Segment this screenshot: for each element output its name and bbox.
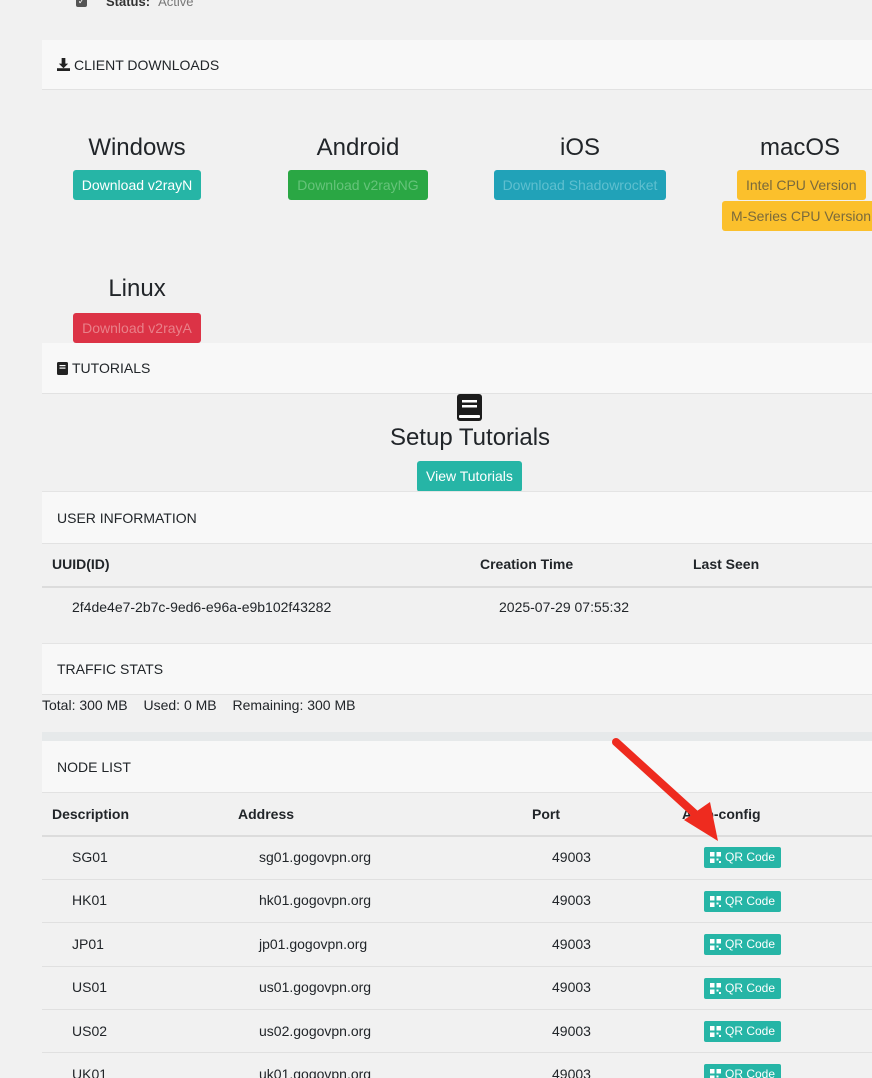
qr-icon	[710, 939, 721, 950]
macos-column: macOS	[720, 134, 872, 162]
download-v2rayng-button[interactable]: Download v2rayNG	[288, 170, 428, 200]
column-address: Address	[238, 806, 295, 822]
linux-column: Linux Download v2rayA	[42, 275, 232, 343]
user-info-table-head: UUID(ID) Creation Time Last Seen	[42, 545, 872, 588]
checkbox-icon: ✓	[76, 0, 87, 7]
node-list-header: NODE LIST	[42, 741, 872, 793]
column-creation-time: Creation Time	[480, 556, 574, 572]
qr-icon	[710, 983, 721, 994]
column-description: Description	[52, 806, 130, 822]
node-table-head: Description Address Port Auto-config	[42, 794, 872, 837]
row-address: us01.gogovpn.org	[259, 979, 372, 995]
row-description: US01	[72, 979, 108, 995]
traffic-used: Used: 0 MB	[143, 697, 217, 713]
macos-title: macOS	[759, 134, 840, 161]
column-port: Port	[532, 806, 560, 822]
column-last-seen: Last Seen	[693, 556, 760, 572]
qr-code-button[interactable]: QR Code	[704, 1064, 782, 1078]
row-port: 49003	[552, 892, 591, 908]
column-uuid: UUID(ID)	[52, 556, 110, 572]
row-divider	[42, 1009, 872, 1010]
ios-title: iOS	[559, 134, 600, 161]
row-port: 49003	[552, 936, 591, 952]
download-v2rayn-button[interactable]: Download v2rayN	[72, 170, 202, 200]
row-address: us02.gogovpn.org	[259, 1023, 372, 1039]
qr-code-button[interactable]: QR Code	[704, 847, 782, 868]
row-description: HK01	[72, 892, 108, 908]
row-address: hk01.gogovpn.org	[259, 892, 372, 908]
qr-code-label: QR Code	[725, 937, 776, 951]
creation-time-value: 2025-07-29 07:55:32	[499, 599, 629, 615]
m-series-cpu-version-button[interactable]: M-Series CPU Version	[722, 201, 872, 231]
book-icon	[457, 394, 482, 421]
row-port: 49003	[552, 1066, 591, 1078]
row-divider	[42, 1052, 872, 1053]
traffic-stats-header: TRAFFIC STATS	[42, 643, 872, 695]
row-description: UK01	[72, 1066, 108, 1078]
user-information-header: USER INFORMATION	[42, 491, 872, 544]
qr-code-button[interactable]: QR Code	[704, 1021, 782, 1042]
qr-code-button[interactable]: QR Code	[704, 891, 782, 912]
red-arrow	[612, 738, 718, 841]
traffic-stats-title: TRAFFIC STATS	[57, 661, 164, 677]
row-port: 49003	[552, 849, 591, 865]
download-icon	[57, 58, 70, 71]
qr-icon	[710, 896, 721, 907]
traffic-remaining: Remaining: 300 MB	[232, 697, 356, 713]
view-tutorials-button[interactable]: View Tutorials	[417, 461, 522, 492]
uuid-value: 2f4de4e7-2b7c-9ed6-e96a-e9b102f43282	[72, 599, 332, 615]
download-v2raya-button[interactable]: Download v2rayA	[73, 313, 201, 343]
row-divider	[42, 879, 872, 880]
ios-column: iOS Download Shadowrocket	[470, 134, 690, 200]
tutorials-title: TUTORIALS	[72, 360, 151, 376]
qr-code-button[interactable]: QR Code	[704, 934, 782, 955]
row-address: uk01.gogovpn.org	[259, 1066, 372, 1078]
row-description: JP01	[72, 936, 104, 952]
qr-code-label: QR Code	[725, 981, 776, 995]
node-list-title: NODE LIST	[57, 758, 131, 775]
status-label: Status:	[106, 0, 151, 9]
download-shadowrocket-button[interactable]: Download Shadowrocket	[493, 170, 667, 200]
book-icon	[57, 361, 68, 375]
status-row: ✓ Status: Active	[76, 0, 193, 9]
row-address: sg01.gogovpn.org	[259, 849, 372, 865]
row-port: 49003	[552, 1023, 591, 1039]
qr-code-label: QR Code	[725, 850, 776, 864]
qr-code-button[interactable]: QR Code	[704, 978, 782, 999]
android-column: Android Download v2rayNG	[263, 134, 453, 200]
row-port: 49003	[552, 979, 591, 995]
windows-column: Windows Download v2rayN	[42, 134, 232, 200]
node-list-top-border	[42, 732, 872, 741]
android-title: Android	[316, 134, 400, 161]
user-information-title: USER INFORMATION	[57, 509, 197, 526]
client-downloads-header: CLIENT DOWNLOADS	[42, 40, 872, 90]
page: ✓ Status: Active CLIENT DOWNLOADS Window…	[0, 0, 872, 1078]
row-description: US02	[72, 1023, 108, 1039]
row-address: jp01.gogovpn.org	[259, 936, 368, 952]
qr-icon	[710, 1069, 721, 1078]
qr-code-label: QR Code	[725, 1067, 776, 1078]
traffic-total: Total: 300 MB	[42, 697, 128, 713]
qr-icon	[710, 852, 721, 863]
intel-cpu-version-button[interactable]: Intel CPU Version	[737, 170, 866, 200]
setup-tutorials-title: Setup Tutorials	[389, 424, 551, 451]
row-description: SG01	[72, 849, 108, 865]
qr-code-label: QR Code	[725, 1024, 776, 1038]
traffic-summary: Total: 300 MB Used: 0 MB Remaining: 300 …	[42, 697, 367, 713]
status-value: Active	[158, 0, 194, 9]
row-divider	[42, 966, 872, 967]
qr-icon	[710, 1026, 721, 1037]
client-downloads-title: CLIENT DOWNLOADS	[74, 56, 220, 73]
linux-title: Linux	[108, 275, 166, 302]
qr-code-label: QR Code	[725, 894, 776, 908]
row-divider	[42, 922, 872, 923]
tutorials-header: TUTORIALS	[42, 343, 872, 394]
windows-title: Windows	[88, 134, 186, 161]
